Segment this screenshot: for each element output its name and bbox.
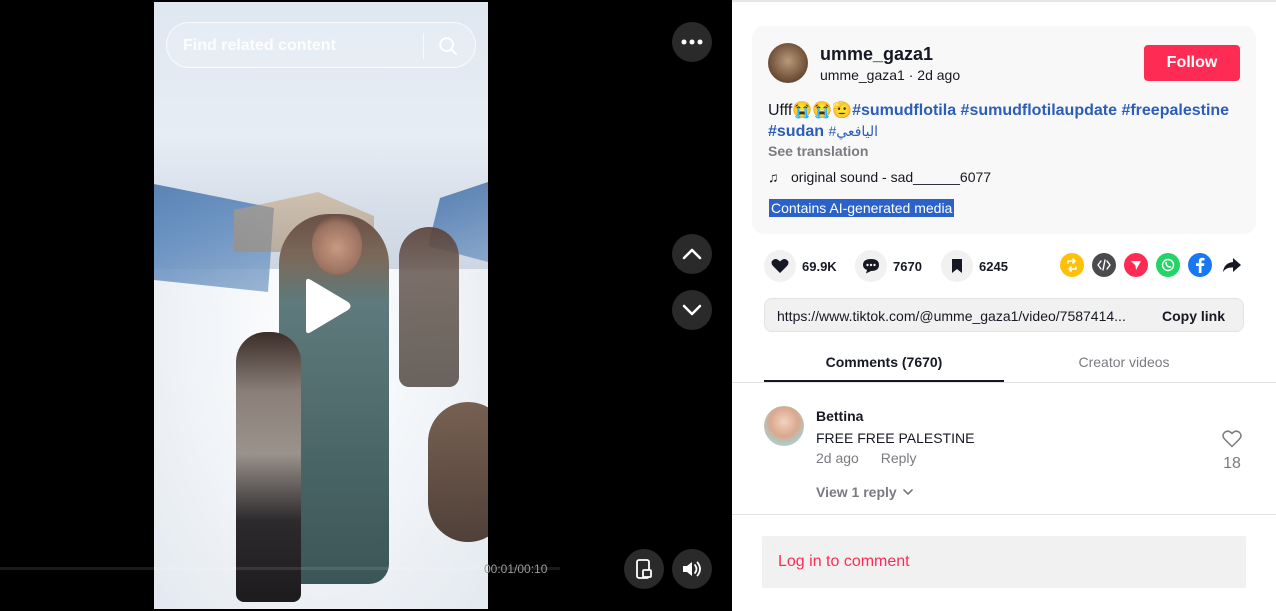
heart-icon[interactable] <box>764 250 796 282</box>
comment-button[interactable]: 7670 <box>855 250 922 282</box>
see-translation-link[interactable]: See translation <box>768 143 868 159</box>
comment-time: 2d ago <box>816 450 859 466</box>
facebook-icon[interactable] <box>1188 253 1212 277</box>
commenter-name[interactable]: Bettina <box>816 408 863 424</box>
comment-item: Bettina FREE FREE PALESTINE 2d ago Reply… <box>764 404 1244 504</box>
previous-video-button[interactable] <box>672 234 712 274</box>
sound-link[interactable]: ♫ original sound - sad______6077 <box>768 169 991 185</box>
subline-separator: · <box>904 67 918 83</box>
hashtag-link[interactable]: #sumudflotila <box>852 102 956 119</box>
more-options-button[interactable] <box>672 22 712 62</box>
bookmark-icon[interactable] <box>941 250 973 282</box>
tab-comments[interactable]: Comments (7670) <box>764 354 1004 370</box>
comment-like-count: 18 <box>1223 455 1241 472</box>
video-scene-person <box>236 332 301 602</box>
post-time: 2d ago <box>917 67 961 83</box>
volume-icon <box>683 561 701 577</box>
video-link-box[interactable]: https://www.tiktok.com/@umme_gaza1/video… <box>764 298 1244 332</box>
login-to-comment-box[interactable]: Log in to comment <box>762 536 1246 588</box>
repost-icon[interactable] <box>1060 253 1084 277</box>
send-icon[interactable] <box>1124 253 1148 277</box>
login-to-comment-link[interactable]: Log in to comment <box>778 553 910 571</box>
video-player[interactable]: Find related content 00:01/00:10 <box>0 0 732 611</box>
chevron-down-icon <box>682 304 702 316</box>
search-placeholder[interactable]: Find related content <box>183 37 336 55</box>
video-scene-person <box>399 227 459 387</box>
video-link-url[interactable]: https://www.tiktok.com/@umme_gaza1/video… <box>777 308 1147 324</box>
caption-text: Ufff😭😭🫡 <box>768 102 853 119</box>
whatsapp-icon[interactable] <box>1156 253 1180 277</box>
author-subline: umme_gaza1 · 2d ago <box>820 67 960 83</box>
save-count: 6245 <box>979 258 1008 274</box>
tiktok-video-page: Find related content 00:01/00:10 umme_ga… <box>0 0 1276 611</box>
comments-divider <box>732 514 1276 515</box>
comment-text: FREE FREE PALESTINE <box>816 430 975 446</box>
view-replies-label[interactable]: View 1 reply <box>816 484 897 500</box>
search-divider <box>423 33 424 59</box>
comment-tabs: Comments (7670) Creator videos <box>764 346 1244 382</box>
hashtag-link[interactable]: #sudan <box>768 123 824 140</box>
tab-creator-videos[interactable]: Creator videos <box>1004 354 1244 370</box>
share-arrow-icon[interactable] <box>1220 253 1244 277</box>
video-caption: Ufff😭😭🫡#sumudflotila #sumudflotilaupdate… <box>768 100 1244 142</box>
comment-icon[interactable] <box>855 250 887 282</box>
video-scene-person <box>312 215 362 275</box>
sound-name[interactable]: original sound - sad______6077 <box>791 169 991 185</box>
copy-link-button[interactable]: Copy link <box>1162 308 1225 324</box>
embed-icon[interactable] <box>1092 253 1116 277</box>
video-scene-person <box>428 402 488 542</box>
commenter-avatar[interactable] <box>764 406 804 446</box>
mini-player-icon <box>636 559 652 579</box>
more-dots-icon <box>681 39 703 45</box>
comment-like-button[interactable]: 18 <box>1220 430 1244 473</box>
author-handle[interactable]: umme_gaza1 <box>820 67 905 83</box>
chevron-up-icon <box>682 248 702 260</box>
like-count: 69.9K <box>802 258 837 274</box>
ai-generated-label[interactable]: Contains AI-generated media <box>769 199 955 217</box>
heart-outline-icon[interactable] <box>1222 430 1242 448</box>
related-content-search[interactable]: Find related content <box>166 22 476 68</box>
hashtag-link[interactable]: #sumudflotilaupdate <box>961 102 1117 119</box>
follow-button[interactable]: Follow <box>1144 45 1240 81</box>
play-icon[interactable] <box>292 274 356 338</box>
tabs-divider <box>732 382 1276 383</box>
top-border <box>732 0 1276 2</box>
search-icon[interactable] <box>437 35 459 57</box>
hashtag-link[interactable]: #اليافعي <box>828 123 878 139</box>
music-note-icon: ♫ <box>768 169 779 185</box>
comment-count: 7670 <box>893 258 922 274</box>
save-button[interactable]: 6245 <box>941 250 1008 282</box>
hashtag-link[interactable]: #freepalestine <box>1121 102 1229 119</box>
reply-button[interactable]: Reply <box>881 450 917 466</box>
author-avatar[interactable] <box>768 43 808 83</box>
volume-button[interactable] <box>672 549 712 589</box>
video-progress-bar[interactable] <box>0 567 560 570</box>
author-username[interactable]: umme_gaza1 <box>820 44 933 65</box>
mini-player-button[interactable] <box>624 549 664 589</box>
view-replies-button[interactable]: View 1 reply <box>816 484 913 500</box>
video-time: 00:01/00:10 <box>484 562 548 576</box>
like-button[interactable]: 69.9K <box>764 250 837 282</box>
chevron-down-icon <box>902 489 913 495</box>
next-video-button[interactable] <box>672 290 712 330</box>
comment-meta: 2d ago Reply <box>816 450 917 466</box>
